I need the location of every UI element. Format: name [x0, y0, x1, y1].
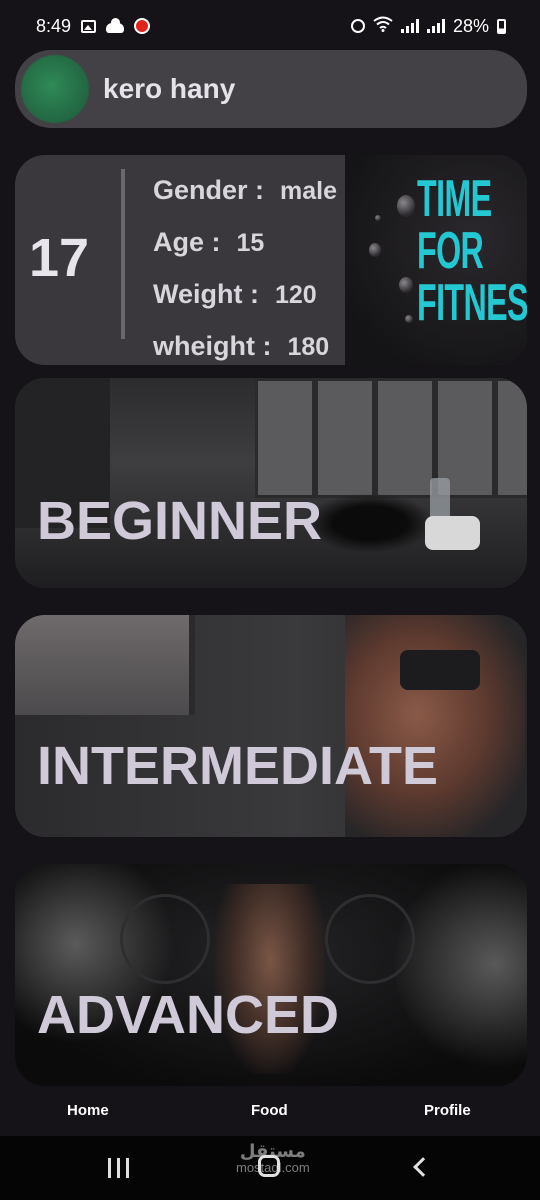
- bottom-nav: Home Food Profile: [0, 1086, 540, 1136]
- stats-divider: [121, 169, 125, 339]
- system-nav-bar: مستقل mostaql.com: [0, 1136, 540, 1200]
- stat-label: Weight :: [153, 279, 259, 309]
- alarm-icon: [350, 19, 365, 33]
- signal-icon-2: [426, 19, 445, 33]
- stat-age: Age : 15: [153, 227, 264, 258]
- battery-percent: 28%: [452, 15, 489, 36]
- stat-gender: Gender : male: [153, 175, 337, 206]
- stat-value: 15: [236, 229, 265, 257]
- poster-line-2: FOR: [417, 222, 484, 280]
- gym-window: [255, 378, 315, 498]
- water-drop: [405, 315, 413, 323]
- gym-window: [315, 378, 375, 498]
- dumbbell-image: [400, 650, 480, 690]
- wifi-icon: [373, 16, 393, 37]
- advanced-card[interactable]: ADVANCED: [15, 864, 527, 1086]
- athlete-image: [345, 615, 525, 837]
- stat-value: male: [280, 177, 338, 205]
- stat-label: Gender :: [153, 175, 265, 205]
- intermediate-title: INTERMEDIATE: [37, 736, 438, 796]
- user-name: kero hany: [103, 73, 236, 104]
- image-icon: [81, 19, 97, 33]
- dumbbell-image: [305, 493, 435, 553]
- gym-window: [495, 378, 527, 498]
- nav-profile[interactable]: Profile: [424, 1102, 471, 1119]
- profile-bar[interactable]: kero hany: [15, 50, 527, 128]
- water-drop: [369, 243, 381, 257]
- water-drop: [397, 195, 415, 217]
- poster-line-3: FITNESS: [417, 274, 527, 332]
- wheel-image: [325, 894, 415, 984]
- stats-card: 17 Gender : male Age : 15 Weight : 120 whei…: [15, 155, 527, 365]
- smoke-effect: [395, 864, 527, 1074]
- battery-icon: [497, 18, 506, 34]
- stat-label: Age :: [153, 227, 221, 257]
- cloud-icon: [106, 18, 125, 33]
- nav-food[interactable]: Food: [251, 1102, 288, 1119]
- stat-value: 120: [274, 281, 317, 309]
- stat-value: 180: [287, 333, 330, 361]
- nav-home[interactable]: Home: [67, 1102, 109, 1119]
- stat-label: wheight :: [153, 331, 272, 361]
- towel-image: [425, 516, 480, 550]
- signal-icon: [400, 19, 419, 33]
- poster-line-1: TIME: [417, 170, 492, 228]
- fitness-poster: TIME FOR FITNESS: [345, 155, 527, 365]
- back-icon[interactable]: [413, 1157, 433, 1177]
- status-bar: 8:49 28%: [0, 0, 540, 52]
- avatar[interactable]: [21, 55, 89, 123]
- stats-number: 17: [29, 228, 90, 288]
- beginner-card[interactable]: BEGINNER: [15, 378, 527, 588]
- stat-height: wheight : 180: [153, 331, 329, 362]
- beginner-title: BEGINNER: [37, 491, 323, 551]
- advanced-title: ADVANCED: [37, 985, 340, 1045]
- window-image: [15, 615, 195, 715]
- app-badge-icon: [134, 18, 151, 34]
- gym-window: [375, 378, 435, 498]
- stat-weight: Weight : 120: [153, 279, 317, 310]
- home-button-icon[interactable]: [258, 1155, 280, 1177]
- recent-apps-icon[interactable]: [108, 1158, 129, 1178]
- water-drop: [375, 215, 381, 221]
- water-drop: [399, 277, 413, 293]
- status-time: 8:49: [36, 15, 72, 36]
- intermediate-card[interactable]: INTERMEDIATE: [15, 615, 527, 837]
- wheel-image: [120, 894, 210, 984]
